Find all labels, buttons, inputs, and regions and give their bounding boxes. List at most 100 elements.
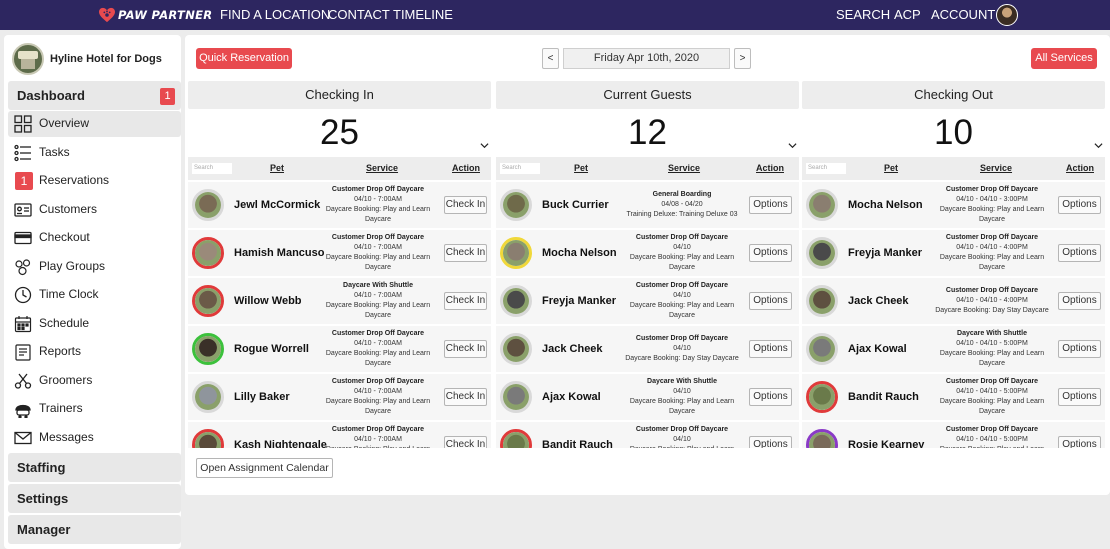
table-row[interactable]: Rosie Kearney Customer Drop Off Daycare 0… bbox=[802, 422, 1105, 448]
table-row[interactable]: Freyja Manker Customer Drop Off Daycare 0… bbox=[802, 230, 1105, 276]
sidebar-item-schedule[interactable]: Schedule bbox=[8, 311, 181, 337]
pet-avatar[interactable] bbox=[500, 237, 532, 269]
pet-avatar[interactable] bbox=[500, 333, 532, 365]
table-row[interactable]: Jack Cheek Customer Drop Off Daycare 04/1… bbox=[496, 326, 799, 372]
chevron-down-icon[interactable] bbox=[788, 141, 797, 150]
pet-avatar[interactable] bbox=[806, 237, 838, 269]
service-header[interactable]: Service bbox=[980, 163, 1012, 173]
options-button[interactable]: Options bbox=[1058, 244, 1101, 262]
sidebar-item-trainers[interactable]: Trainers bbox=[8, 396, 181, 422]
service-header[interactable]: Service bbox=[668, 163, 700, 173]
all-services-button[interactable]: All Services bbox=[1031, 48, 1097, 69]
table-row[interactable]: Hamish Mancuso Customer Drop Off Daycare… bbox=[188, 230, 491, 276]
pet-avatar[interactable] bbox=[192, 381, 224, 413]
pet-name[interactable]: Freyja Manker bbox=[542, 295, 616, 307]
sidebar-section-settings[interactable]: Settings bbox=[8, 484, 181, 513]
pet-name[interactable]: Bandit Rauch bbox=[848, 391, 919, 403]
options-button[interactable]: Options bbox=[749, 436, 792, 448]
table-row[interactable]: Lilly Baker Customer Drop Off Daycare 04/… bbox=[188, 374, 491, 420]
table-row[interactable]: Jack Cheek Customer Drop Off Daycare 04/1… bbox=[802, 278, 1105, 324]
nav-contact[interactable]: CONTACT bbox=[328, 7, 390, 23]
chevron-down-icon[interactable] bbox=[1094, 141, 1103, 150]
options-button[interactable]: Options bbox=[749, 340, 792, 358]
pet-avatar[interactable] bbox=[806, 381, 838, 413]
table-row[interactable]: Jewl McCormick Customer Drop Off Daycare… bbox=[188, 182, 491, 228]
user-avatar[interactable] bbox=[996, 4, 1018, 26]
table-row[interactable]: Mocha Nelson Customer Drop Off Daycare 04… bbox=[802, 182, 1105, 228]
pet-avatar[interactable] bbox=[192, 237, 224, 269]
nav-find-location[interactable]: FIND A LOCATION bbox=[220, 7, 330, 23]
options-button[interactable]: Options bbox=[1058, 436, 1101, 448]
action-header[interactable]: Action bbox=[1066, 163, 1094, 173]
table-row[interactable]: Ajax Kowal Daycare With Shuttle 04/10 - 0… bbox=[802, 326, 1105, 372]
pet-name[interactable]: Willow Webb bbox=[234, 295, 302, 307]
pet-name[interactable]: Kash Nightengale bbox=[234, 439, 327, 448]
pet-avatar[interactable] bbox=[500, 189, 532, 221]
sidebar-item-overview[interactable]: Overview bbox=[8, 111, 181, 137]
nav-search[interactable]: SEARCH bbox=[836, 7, 890, 23]
table-row[interactable]: Bandit Rauch Customer Drop Off Daycare 04… bbox=[802, 374, 1105, 420]
pet-avatar[interactable] bbox=[192, 285, 224, 317]
sidebar-item-groomers[interactable]: Groomers bbox=[8, 368, 181, 394]
nav-acp[interactable]: ACP bbox=[894, 7, 921, 23]
pet-header[interactable]: Pet bbox=[884, 163, 898, 173]
pet-name[interactable]: Rogue Worrell bbox=[234, 343, 309, 355]
pet-name[interactable]: Mocha Nelson bbox=[542, 247, 617, 259]
options-button[interactable]: Options bbox=[749, 388, 792, 406]
pet-avatar[interactable] bbox=[192, 429, 224, 448]
pet-avatar[interactable] bbox=[500, 429, 532, 448]
sidebar-section-staffing[interactable]: Staffing bbox=[8, 453, 181, 482]
check-in-button[interactable]: Check In bbox=[444, 340, 487, 358]
sidebar-item-customers[interactable]: Customers bbox=[8, 197, 181, 223]
pet-name[interactable]: Hamish Mancuso bbox=[234, 247, 324, 259]
pet-name[interactable]: Jewl McCormick bbox=[234, 199, 320, 211]
pet-name[interactable]: Rosie Kearney bbox=[848, 439, 924, 448]
pet-header[interactable]: Pet bbox=[270, 163, 284, 173]
options-button[interactable]: Options bbox=[749, 292, 792, 310]
pet-name[interactable]: Mocha Nelson bbox=[848, 199, 923, 211]
sidebar-item-reports[interactable]: Reports bbox=[8, 339, 181, 365]
pet-avatar[interactable] bbox=[192, 333, 224, 365]
pet-avatar[interactable] bbox=[500, 381, 532, 413]
pet-avatar[interactable] bbox=[806, 285, 838, 317]
table-row[interactable]: Buck Currier General Boarding 04/08 - 04/… bbox=[496, 182, 799, 228]
chevron-down-icon[interactable] bbox=[480, 141, 489, 150]
pet-name[interactable]: Jack Cheek bbox=[542, 343, 603, 355]
brand-logo[interactable]: PAW PARTNER bbox=[98, 7, 212, 23]
search-input[interactable]: Search bbox=[500, 163, 540, 174]
pet-avatar[interactable] bbox=[192, 189, 224, 221]
pet-name[interactable]: Ajax Kowal bbox=[542, 391, 601, 403]
check-in-button[interactable]: Check In bbox=[444, 292, 487, 310]
table-row[interactable]: Ajax Kowal Daycare With Shuttle 04/10 Dayc… bbox=[496, 374, 799, 420]
table-row[interactable]: Freyja Manker Customer Drop Off Daycare 0… bbox=[496, 278, 799, 324]
table-row[interactable]: Bandit Rauch Customer Drop Off Daycare 04… bbox=[496, 422, 799, 448]
options-button[interactable]: Options bbox=[1058, 340, 1101, 358]
sidebar-item-messages[interactable]: Messages bbox=[8, 425, 181, 451]
table-row[interactable]: Mocha Nelson Customer Drop Off Daycare 04… bbox=[496, 230, 799, 276]
nav-timeline[interactable]: TIMELINE bbox=[393, 7, 453, 23]
sidebar-item-reservations[interactable]: 1 Reservations bbox=[8, 168, 181, 194]
pet-header[interactable]: Pet bbox=[574, 163, 588, 173]
pet-name[interactable]: Jack Cheek bbox=[848, 295, 909, 307]
check-in-button[interactable]: Check In bbox=[444, 244, 487, 262]
table-row[interactable]: Rogue Worrell Customer Drop Off Daycare 0… bbox=[188, 326, 491, 372]
date-display[interactable]: Friday Apr 10th, 2020 bbox=[563, 48, 730, 69]
next-date-button[interactable]: > bbox=[734, 48, 751, 69]
action-header[interactable]: Action bbox=[452, 163, 480, 173]
sidebar-item-time-clock[interactable]: Time Clock bbox=[8, 282, 181, 308]
options-button[interactable]: Options bbox=[749, 196, 792, 214]
pet-name[interactable]: Freyja Manker bbox=[848, 247, 922, 259]
action-header[interactable]: Action bbox=[756, 163, 784, 173]
options-button[interactable]: Options bbox=[1058, 196, 1101, 214]
pet-avatar[interactable] bbox=[806, 429, 838, 448]
options-button[interactable]: Options bbox=[1058, 388, 1101, 406]
search-input[interactable]: Search bbox=[806, 163, 846, 174]
search-input[interactable]: Search bbox=[192, 163, 232, 174]
sidebar-item-play-groups[interactable]: Play Groups bbox=[8, 254, 181, 280]
pet-name[interactable]: Ajax Kowal bbox=[848, 343, 907, 355]
options-button[interactable]: Options bbox=[1058, 292, 1101, 310]
pet-avatar[interactable] bbox=[806, 333, 838, 365]
nav-account[interactable]: ACCOUNT bbox=[931, 7, 995, 23]
sidebar-dashboard[interactable]: Dashboard 1 bbox=[8, 81, 181, 110]
pet-name[interactable]: Lilly Baker bbox=[234, 391, 290, 403]
